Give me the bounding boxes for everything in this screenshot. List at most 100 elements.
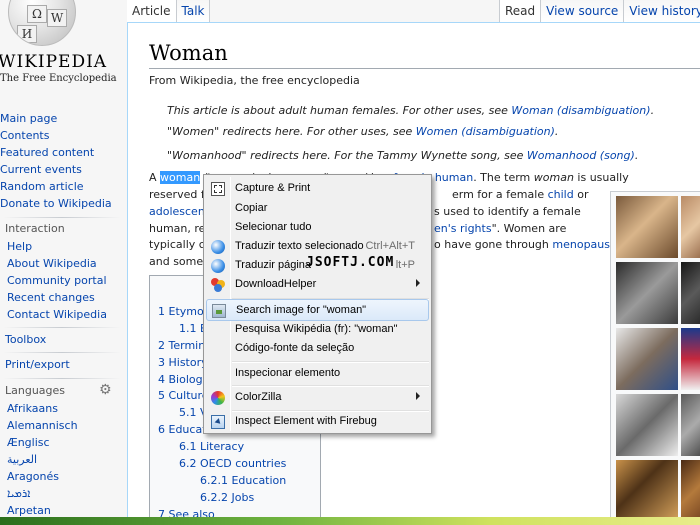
menu-item-search-image[interactable]: Search image for "woman" [206,299,429,321]
menu-item-capture-print[interactable]: Capture & Print [206,178,429,200]
tab-view-source[interactable]: View source [540,0,624,22]
nav-donate[interactable]: Donate to Wikipedia [0,195,112,212]
lang-afrikaans[interactable]: Afrikaans [0,400,78,417]
main-navigation: Main page Contents Featured content Curr… [0,110,112,212]
context-menu: Capture & Print Copiar Selecionar tudo T… [203,174,432,434]
portrait-image[interactable] [681,262,700,324]
portrait-image[interactable] [616,394,678,456]
hatnote-link[interactable]: Womanhood (song) [527,149,635,162]
menu-item-label: Search image for "woman" [236,304,367,316]
tab-view-history[interactable]: View history [623,0,700,22]
body-text: . The term [473,171,534,184]
sidebar-divider [3,217,121,218]
portrait-image[interactable] [681,394,700,456]
link-child[interactable]: child [548,188,574,201]
menu-item-downloadhelper[interactable]: DownloadHelper [206,274,429,296]
sidebar-divider [3,327,121,328]
gear-icon[interactable]: ⚙ [99,383,112,397]
tab-read[interactable]: Read [499,0,541,22]
menu-item-label: Traduzir texto selecionado [235,240,364,252]
portrait-image[interactable] [681,460,700,522]
colorzilla-icon [211,391,225,405]
body-text: and some [149,255,204,268]
menu-item-label: DownloadHelper [235,278,317,290]
logo-tagline: The Free Encyclopedia [0,73,117,84]
lang-alemannisch[interactable]: Alemannisch [0,417,78,434]
globe-piece: И [17,25,37,43]
wikipedia-logo[interactable]: Ω W И WIKIPEDIA The Free Encyclopedia [0,0,127,92]
portrait-image[interactable] [681,328,700,390]
toc-item[interactable]: 6.2.1 Education [158,472,286,489]
hatnote-link[interactable]: Woman (disambiguation) [511,104,650,117]
portrait-image[interactable] [616,262,678,324]
nav-featured-content[interactable]: Featured content [0,144,112,161]
portrait-image[interactable] [616,196,678,258]
menu-item-view-selection-source[interactable]: Código-fonte da seleção [206,338,429,360]
toolbox-heading[interactable]: Toolbox [5,333,46,346]
link-womens-rights[interactable]: en's rights [434,222,492,235]
body-text: s used to identify a female [434,205,581,218]
title-divider [149,68,700,69]
nav-contact[interactable]: Contact Wikipedia [0,306,107,323]
print-export-heading[interactable]: Print/export [5,358,70,371]
menu-item-firebug[interactable]: Inspect Element with Firebug [206,411,429,433]
menu-item-inspect-element[interactable]: Inspecionar elemento [206,363,429,385]
hatnote-text: "Womanhood" redirects here. For the Tamm… [167,149,527,162]
portrait-image[interactable] [681,196,700,258]
interaction-navigation: Help About Wikipedia Community portal Re… [0,238,107,323]
interaction-heading[interactable]: Interaction [5,222,65,235]
body-text: erm for a female [452,188,548,201]
namespace-tabs: Article Talk [127,0,211,22]
languages-heading: Languages [5,384,66,397]
hatnote-text: . [634,149,639,162]
hatnote-text: This article is about adult human female… [167,104,512,117]
menu-item-label: Inspect Element with Firebug [235,415,377,427]
toc-item[interactable]: 6.2.2 Jobs [158,489,286,506]
submenu-arrow-icon [416,392,420,400]
watermark: JSOFTJ.COM [306,255,395,270]
page-title: Woman [149,41,228,65]
portrait-image[interactable] [616,328,678,390]
menu-item-label: ColorZilla [235,391,282,403]
portrait-image[interactable] [616,460,678,522]
toc-item[interactable]: 6.2 OECD countries [158,455,286,472]
link-menopause[interactable]: menopause [552,238,616,251]
tab-talk[interactable]: Talk [176,0,211,22]
firebug-icon [211,415,225,429]
sidebar: Ω W И WIKIPEDIA The Free Encyclopedia Ma… [0,0,127,525]
menu-item-shortcut: lt+P [395,259,415,271]
nav-help[interactable]: Help [0,238,107,255]
selected-text[interactable]: woman [160,171,201,184]
lang-aragones[interactable]: Aragonés [0,468,78,485]
toc-item[interactable]: 6.1 Literacy [158,438,286,455]
nav-community-portal[interactable]: Community portal [0,272,107,289]
lead-paragraph-line: and some [149,255,203,268]
link-adolescent[interactable]: adolescent [149,205,209,218]
nav-about[interactable]: About Wikipedia [0,255,107,272]
body-text: is usually [573,171,629,184]
hatnote-link[interactable]: Women (disambiguation) [416,125,555,138]
menu-item-label: Inspecionar elemento [235,367,341,379]
menu-item-colorzilla[interactable]: ColorZilla [206,387,429,409]
nav-random-article[interactable]: Random article [0,178,112,195]
logo-wordmark: WIKIPEDIA [0,52,108,72]
view-tabs: Read View source View history [499,0,700,22]
lang-arabic[interactable]: العربية [0,451,78,468]
lang-aenglisc[interactable]: Ænglisc [0,434,78,451]
nav-recent-changes[interactable]: Recent changes [0,289,107,306]
nav-contents[interactable]: Contents [0,127,112,144]
globe-piece: Ω [27,5,47,23]
nav-current-events[interactable]: Current events [0,161,112,178]
puzzle-globe-icon: Ω W И [8,0,76,46]
hatnote: "Womanhood" redirects here. For the Tamm… [167,149,638,162]
link-human[interactable]: human [435,171,473,184]
lead-paragraph-line: o have gone through menopause [434,238,617,251]
hatnote-text: . [554,125,559,138]
tab-article[interactable]: Article [127,0,177,22]
search-image-icon [212,304,226,318]
portrait-mosaic[interactable] [610,191,700,525]
nav-main-page[interactable]: Main page [0,110,112,127]
capture-icon [211,182,225,196]
lang-aramaic[interactable]: ܐܪܡܝܐ [0,485,78,502]
lead-paragraph-line: en's rights". Women are [434,222,566,235]
